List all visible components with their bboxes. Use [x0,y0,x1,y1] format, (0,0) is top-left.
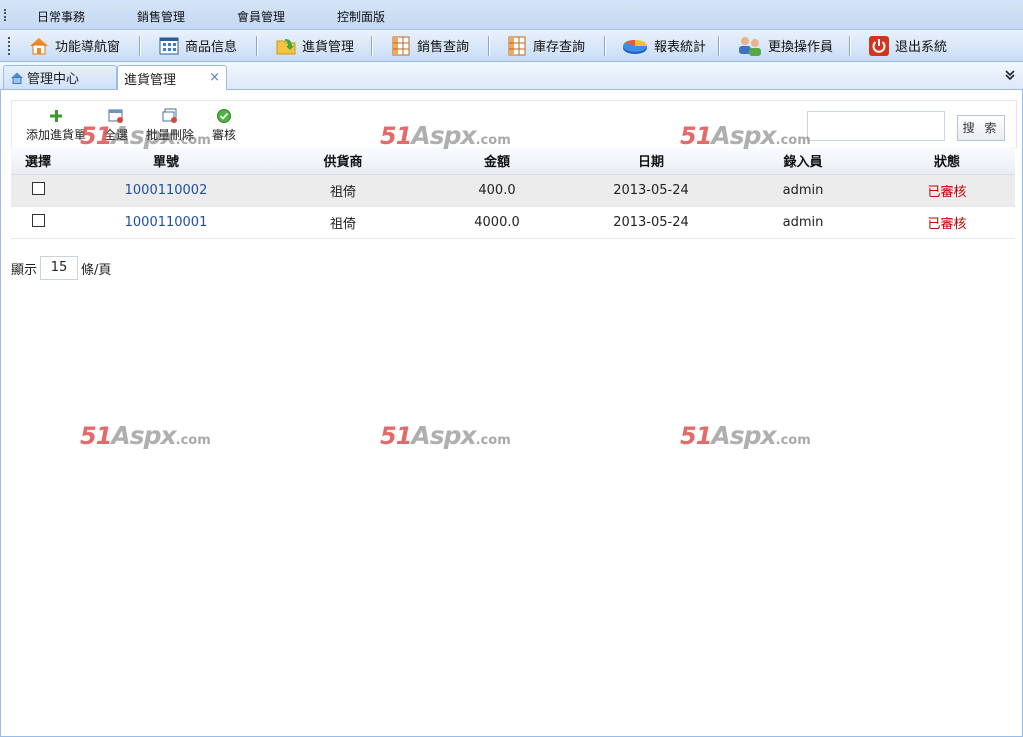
plus-icon [48,108,64,124]
toolbar-navigator-button[interactable]: 功能導航窗 [24,32,124,59]
batch-delete-button[interactable]: 批量刪除 [146,108,194,143]
add-purchase-order-button[interactable]: 添加進貨單 [26,108,86,143]
search-input[interactable] [807,111,945,141]
approve-button[interactable]: 審核 [212,108,236,143]
column-header-select: 選擇 [11,147,65,175]
toolbar-sales-query-label: 銷售查詢 [417,40,470,55]
column-header-clerk[interactable]: 錄入員 [727,147,879,175]
pie-chart-icon [621,35,649,57]
tab-management-center[interactable]: 管理中心 [3,65,117,89]
tab-purchase-management-label: 進貨管理 [124,72,177,88]
menu-daily-affairs[interactable]: 日常事務 [37,8,85,25]
toolbar-stock-query-button[interactable]: 庫存查詢 [502,32,589,59]
close-icon[interactable]: × [209,70,220,85]
table-row[interactable]: 1000110001 祖倚 4000.0 2013-05-24 admin 已審… [11,206,1015,239]
toolbar-switch-operator-button[interactable]: 更換操作員 [733,32,837,59]
toolbar-products-button[interactable]: 商品信息 [154,32,241,59]
table-icon [390,35,412,57]
toolbar-stock-query-label: 庫存查詢 [533,40,586,55]
column-header-supplier[interactable]: 供貨商 [267,147,419,175]
menu-sales-management[interactable]: 銷售管理 [137,8,185,25]
table-row[interactable]: 1000110002 祖倚 400.0 2013-05-24 admin 已審核 [11,174,1015,207]
toolbar-separator [256,36,258,56]
select-all-label: 全選 [104,128,129,142]
pager: 顯示 15 條/頁 [11,256,111,280]
chevron-double-down-icon[interactable] [1003,68,1021,84]
toolbar-purchase-label: 進貨管理 [302,40,355,55]
status-cell: 已審核 [879,206,1015,239]
clerk-cell: admin [727,174,879,207]
search-button[interactable]: 搜 索 [957,115,1005,141]
row-select-cell [11,174,65,207]
date-cell: 2013-05-24 [575,206,727,239]
toolbar-separator [849,36,851,56]
row-select-cell [11,206,65,239]
batch-delete-label: 批量刪除 [146,128,195,142]
table-header-row: 選擇 單號 供貨商 金額 日期 錄入員 狀態 [11,147,1015,175]
toolbar-switch-operator-label: 更換操作員 [768,40,834,55]
order-no-link[interactable]: 1000110001 [125,215,208,230]
operation-bar: 添加進貨單 全選 批量刪除 審核 搜 索 [11,100,1017,148]
column-header-order-no[interactable]: 單號 [65,147,267,175]
toolbar: 功能導航窗 商品信息 進貨管理 銷售查詢 庫存查詢 報表統計 更換操作員 退出系… [0,30,1023,62]
column-header-amount[interactable]: 金額 [419,147,575,175]
toolbar-separator [139,36,141,56]
supplier-cell: 祖倚 [267,206,419,239]
toolbar-exit-label: 退出系統 [895,40,948,55]
row-checkbox[interactable] [31,214,45,227]
order-no-link[interactable]: 1000110002 [125,183,208,198]
tab-purchase-management[interactable]: 進貨管理 × [117,65,227,90]
users-icon [737,35,763,57]
toolbar-sales-query-button[interactable]: 銷售查詢 [386,32,473,59]
pager-prefix: 顯示 [11,262,38,278]
pager-suffix: 條/頁 [81,262,112,278]
menu-member-management[interactable]: 會員管理 [237,8,285,25]
power-icon [868,35,890,57]
supplier-cell: 祖倚 [267,174,419,207]
folder-arrow-icon [275,35,297,57]
clerk-cell: admin [727,206,879,239]
content-panel: 添加進貨單 全選 批量刪除 審核 搜 索 選擇 單號 供貨商 金額 日期 錄入員… [0,90,1023,737]
status-cell: 已審核 [879,174,1015,207]
tab-bar: 管理中心 進貨管理 × [0,62,1023,90]
menu-bar: 日常事務 銷售管理 會員管理 控制面版 [0,0,1023,30]
order-no-cell: 1000110001 [65,206,267,239]
toolbar-products-label: 商品信息 [185,40,238,55]
order-no-cell: 1000110002 [65,174,267,207]
grid-window-icon [158,35,180,57]
add-purchase-order-label: 添加進貨單 [26,128,87,142]
toolbar-separator [371,36,373,56]
amount-cell: 4000.0 [419,206,575,239]
toolbar-reports-button[interactable]: 報表統計 [617,32,710,59]
column-header-status[interactable]: 狀態 [879,147,1015,175]
page-size-input[interactable]: 15 [40,256,79,280]
window-check-icon [108,108,124,124]
toolbar-separator [718,36,720,56]
toolbar-separator [604,36,606,56]
toolbar-purchase-button[interactable]: 進貨管理 [271,32,358,59]
menu-control-panel[interactable]: 控制面版 [337,8,385,25]
column-header-date[interactable]: 日期 [575,147,727,175]
row-checkbox[interactable] [31,182,45,195]
check-circle-icon [216,108,232,124]
home-icon [28,35,50,57]
menu-grip [4,9,8,21]
amount-cell: 400.0 [419,174,575,207]
toolbar-reports-label: 報表統計 [654,40,707,55]
date-cell: 2013-05-24 [575,174,727,207]
approve-label: 審核 [212,128,237,142]
toolbar-separator [488,36,490,56]
tab-management-center-label: 管理中心 [27,72,80,87]
purchase-order-table: 選擇 單號 供貨商 金額 日期 錄入員 狀態 1000110002 祖倚 400… [11,147,1015,239]
toolbar-exit-button[interactable]: 退出系統 [864,32,951,59]
select-all-button[interactable]: 全選 [104,108,128,143]
table-icon [506,35,528,57]
house-icon [10,71,24,85]
toolbar-grip [8,37,12,55]
stack-delete-icon [162,108,178,124]
toolbar-navigator-label: 功能導航窗 [55,40,121,55]
